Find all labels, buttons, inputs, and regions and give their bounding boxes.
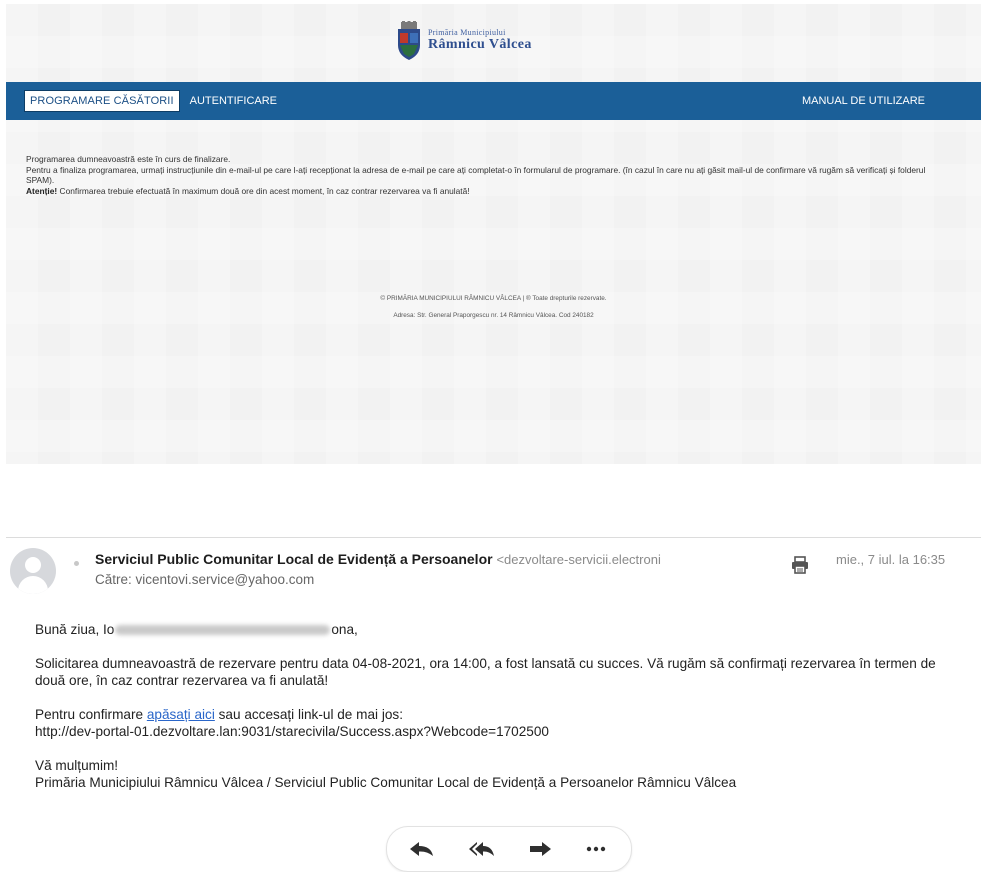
logo-line-2: Râmnicu Vâlcea	[428, 36, 532, 52]
email-recipients: Către: vicentovi.service@yahoo.com	[95, 572, 314, 587]
email-sender[interactable]: Serviciul Public Comunitar Local de Evid…	[95, 551, 775, 567]
background-pattern	[6, 4, 981, 464]
sender-address: <dezvoltare-servicii.electroni	[496, 552, 661, 567]
sender-name[interactable]: Serviciul Public Comunitar Local de Evid…	[95, 551, 493, 567]
email-date: mie., 7 iul. la 16:35	[836, 552, 946, 567]
reply-icon[interactable]	[409, 841, 435, 857]
footer-copyright: © PRIMĂRIA MUNICIPIULUI RÂMNICU VÂLCEA |…	[380, 295, 607, 302]
to-label: Către:	[95, 572, 136, 587]
footer-address: Adresa: Str. General Praporgescu nr. 14 …	[393, 312, 594, 319]
confirm-prefix: Pentru confirmare	[35, 707, 147, 722]
to-address[interactable]: vicentovi.service@yahoo.com	[136, 572, 315, 587]
email-body: Bună ziua, Io ona, Solicitarea dumneavoas…	[35, 621, 965, 808]
greeting: Bună ziua, Io ona,	[35, 621, 965, 638]
reservation-paragraph: Solicitarea dumneavoastră de rezervare p…	[35, 656, 936, 688]
nav-link-autentificare[interactable]: AUTENTIFICARE	[190, 95, 277, 107]
redacted-name	[115, 625, 331, 636]
more-icon[interactable]	[583, 841, 609, 857]
status-dot	[74, 561, 79, 566]
crest-icon	[398, 21, 420, 60]
closing: Vă mulțumim! Primăria Municipiului Râmni…	[35, 757, 965, 791]
message-line-1: Programarea dumneavoastră este în curs d…	[26, 154, 231, 164]
email-action-bar	[386, 826, 632, 872]
nav-tab-programare-casatorii[interactable]: PROGRAMARE CĂSĂTORII	[24, 90, 180, 112]
forward-icon[interactable]	[527, 841, 553, 857]
webpage-panel: Primăria Municipiului Râmnicu Vâlcea PRO…	[6, 4, 981, 464]
reply-all-icon[interactable]	[469, 841, 495, 857]
print-icon[interactable]	[790, 555, 810, 575]
message-line-2: Pentru a finaliza programarea, urmați in…	[26, 164, 926, 186]
email-divider	[6, 537, 981, 538]
thanks: Vă mulțumim!	[35, 758, 119, 773]
navbar: PROGRAMARE CĂSĂTORII AUTENTIFICARE MANUA…	[6, 82, 981, 120]
confirm-suffix: sau accesați link-ul de mai jos:	[214, 707, 403, 722]
attention-label: Atenție!	[26, 185, 58, 196]
site-logo[interactable]: Primăria Municipiului Râmnicu Vâlcea	[396, 16, 532, 66]
confirm-paragraph: Pentru confirmare apăsați aici sau acces…	[35, 706, 965, 740]
greeting-end: ona,	[331, 622, 358, 637]
greeting-start: Bună ziua, Io	[35, 622, 115, 637]
nav-link-manual[interactable]: MANUAL DE UTILIZARE	[802, 95, 925, 107]
confirmation-message: Programarea dumneavoastră este în curs d…	[26, 154, 946, 196]
message-attention: Atenție! Confirmarea trebuie efectuată î…	[26, 186, 946, 197]
user-avatar-icon[interactable]	[10, 548, 56, 594]
attention-text: Confirmarea trebuie efectuată în maximum…	[57, 185, 470, 196]
confirm-url: http://dev-portal-01.dezvoltare.lan:9031…	[35, 724, 549, 739]
signature: Primăria Municipiului Râmnicu Vâlcea / S…	[35, 775, 737, 790]
confirm-link[interactable]: apăsați aici	[147, 707, 215, 722]
